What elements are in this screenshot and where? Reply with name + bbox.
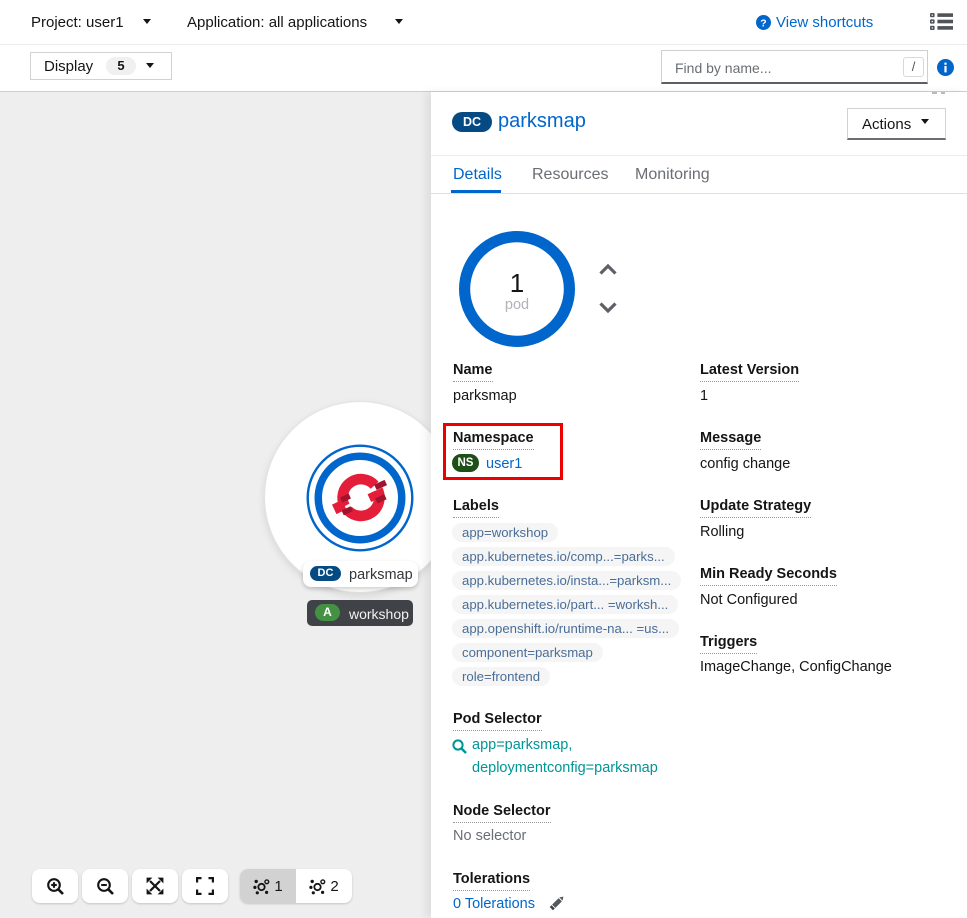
svg-text:?: ?: [760, 17, 766, 29]
